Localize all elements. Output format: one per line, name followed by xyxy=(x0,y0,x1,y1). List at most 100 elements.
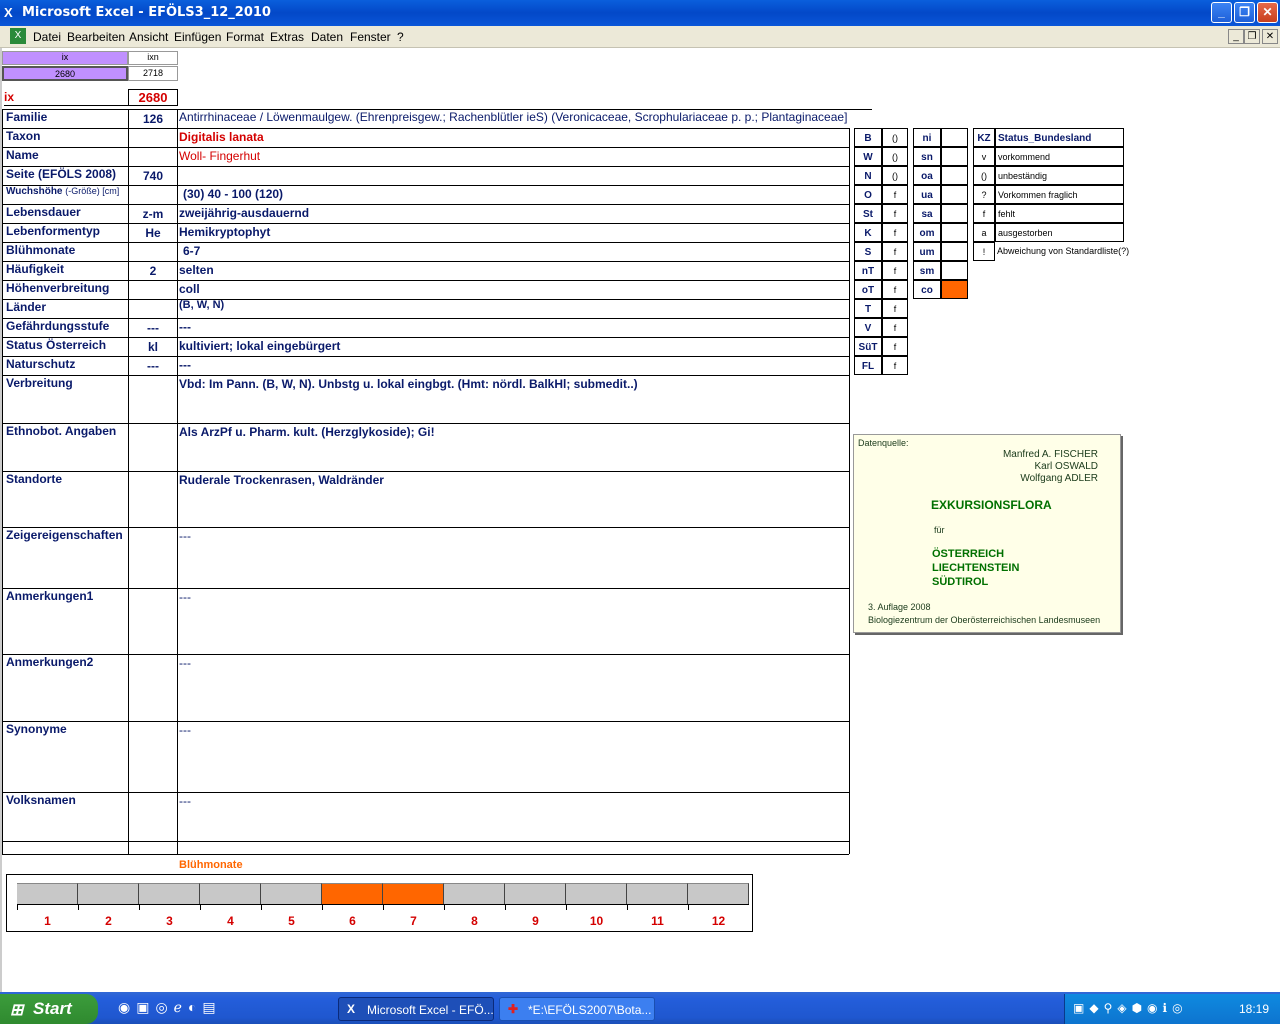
hoehen-key[interactable]: um xyxy=(913,242,941,261)
bundesland-value[interactable]: f xyxy=(882,204,908,223)
hoehen-value[interactable] xyxy=(941,280,968,299)
month-bar[interactable] xyxy=(322,883,383,904)
menu-ansicht[interactable]: Ansicht xyxy=(129,30,168,44)
menu-bearbeiten[interactable]: Bearbeiten xyxy=(67,30,125,44)
month-bar[interactable] xyxy=(627,883,688,904)
ix-big-value[interactable]: 2680 xyxy=(128,89,178,106)
bundesland-key[interactable]: W xyxy=(854,147,882,166)
field-code[interactable]: 740 xyxy=(129,169,177,185)
field-code[interactable]: z-m xyxy=(129,207,177,223)
bundesland-value[interactable]: f xyxy=(882,337,908,356)
menu-datei[interactable]: Datei xyxy=(33,30,61,44)
field-value[interactable]: --- xyxy=(179,529,847,545)
hoehen-key[interactable]: oa xyxy=(913,166,941,185)
field-code[interactable] xyxy=(129,657,177,673)
hoehen-value[interactable] xyxy=(941,223,968,242)
bundesland-value[interactable]: () xyxy=(882,147,908,166)
field-value[interactable]: --- xyxy=(179,794,847,810)
month-bar[interactable] xyxy=(505,883,566,904)
field-value[interactable] xyxy=(179,168,847,184)
mdi-close-button[interactable]: ✕ xyxy=(1262,29,1278,44)
hoehen-key[interactable]: co xyxy=(913,280,941,299)
field-value[interactable]: --- xyxy=(179,590,847,606)
field-value[interactable]: zweijährig-ausdauernd xyxy=(179,206,847,222)
field-value[interactable]: 6-7 xyxy=(179,244,847,260)
field-value[interactable]: coll xyxy=(179,282,847,298)
field-code[interactable] xyxy=(129,724,177,740)
field-code[interactable] xyxy=(129,591,177,607)
field-code[interactable]: kl xyxy=(129,340,177,356)
close-button[interactable]: ✕ xyxy=(1257,2,1278,23)
field-value[interactable]: kultiviert; lokal eingebürgert xyxy=(179,339,847,355)
hoehen-key[interactable]: sm xyxy=(913,261,941,280)
month-bar[interactable] xyxy=(17,883,78,904)
month-bar[interactable] xyxy=(383,883,444,904)
hoehen-value[interactable] xyxy=(941,185,968,204)
field-value[interactable]: --- xyxy=(179,656,847,672)
field-value[interactable]: Hemikryptophyt xyxy=(179,225,847,241)
field-value[interactable]: Vbd: Im Pann. (B, W, N). Unbstg u. lokal… xyxy=(179,377,847,393)
ix-value-cell[interactable]: 2680 xyxy=(2,66,128,81)
field-code[interactable]: 2 xyxy=(129,264,177,280)
hoehen-value[interactable] xyxy=(941,204,968,223)
menu-daten[interactable]: Daten xyxy=(311,30,343,44)
bundesland-key[interactable]: V xyxy=(854,318,882,337)
bundesland-value[interactable]: f xyxy=(882,356,908,375)
bundesland-value[interactable]: f xyxy=(882,242,908,261)
month-bar[interactable] xyxy=(139,883,200,904)
hoehen-value[interactable] xyxy=(941,147,968,166)
bundesland-key[interactable]: B xyxy=(854,128,882,147)
field-code[interactable] xyxy=(129,378,177,394)
field-code[interactable] xyxy=(129,188,177,204)
hoehen-value[interactable] xyxy=(941,242,968,261)
bluehmonate-chart[interactable]: 1 2 3 4 5 6 7 8 9 10 11 12 xyxy=(6,874,753,932)
field-code[interactable] xyxy=(129,283,177,299)
field-code[interactable] xyxy=(129,530,177,546)
restore-button[interactable]: ❐ xyxy=(1234,2,1255,23)
bundesland-key[interactable]: S xyxy=(854,242,882,261)
bundesland-key[interactable]: O xyxy=(854,185,882,204)
menu-extras[interactable]: Extras xyxy=(270,30,304,44)
field-value[interactable]: Woll- Fingerhut xyxy=(179,149,779,165)
ix-header[interactable]: ix xyxy=(2,51,128,65)
bundesland-value[interactable]: f xyxy=(882,299,908,318)
menu-help[interactable]: ? xyxy=(397,30,404,44)
bundesland-key[interactable]: FL xyxy=(854,356,882,375)
hoehen-key[interactable]: ua xyxy=(913,185,941,204)
field-code[interactable] xyxy=(129,302,177,318)
bundesland-value[interactable]: f xyxy=(882,318,908,337)
bundesland-key[interactable]: T xyxy=(854,299,882,318)
field-code[interactable]: --- xyxy=(129,359,177,375)
field-code[interactable] xyxy=(129,795,177,811)
field-code[interactable] xyxy=(129,150,177,166)
hoehen-key[interactable]: om xyxy=(913,223,941,242)
menu-einfuegen[interactable]: Einfügen xyxy=(174,30,221,44)
month-bar[interactable] xyxy=(444,883,505,904)
menu-format[interactable]: Format xyxy=(226,30,264,44)
bundesland-key[interactable]: SüT xyxy=(854,337,882,356)
field-code[interactable]: 126 xyxy=(129,112,177,128)
month-bar[interactable] xyxy=(200,883,261,904)
field-value[interactable]: --- xyxy=(179,320,847,336)
minimize-button[interactable]: _ xyxy=(1211,2,1232,23)
month-bar[interactable] xyxy=(78,883,139,904)
mdi-minimize-button[interactable]: _ xyxy=(1228,29,1244,44)
bundesland-value[interactable]: f xyxy=(882,261,908,280)
task-excel[interactable]: X Microsoft Excel - EFÖ... xyxy=(338,997,494,1021)
bundesland-key[interactable]: St xyxy=(854,204,882,223)
field-code[interactable]: He xyxy=(129,226,177,242)
field-value[interactable]: selten xyxy=(179,263,847,279)
bundesland-value[interactable]: f xyxy=(882,223,908,242)
field-value[interactable]: (B, W, N) xyxy=(179,299,847,315)
hoehen-value[interactable] xyxy=(941,261,968,280)
bundesland-key[interactable]: oT xyxy=(854,280,882,299)
field-code[interactable]: --- xyxy=(129,321,177,337)
datenquelle-box[interactable]: Datenquelle: Manfred A. FISCHER Karl OSW… xyxy=(853,434,1121,633)
field-code[interactable] xyxy=(129,426,177,442)
field-value[interactable]: Antirrhinaceae / Löwenmaulgew. (Ehrenpre… xyxy=(179,110,879,126)
hoehen-value[interactable] xyxy=(941,166,968,185)
bundesland-value[interactable]: f xyxy=(882,185,908,204)
bundesland-key[interactable]: N xyxy=(854,166,882,185)
field-value[interactable]: Als ArzPf u. Pharm. kult. (Herzglykoside… xyxy=(179,425,847,441)
tray-icons[interactable]: ▣◆⚲◈⬢◉ℹ◎ xyxy=(1073,1001,1188,1015)
